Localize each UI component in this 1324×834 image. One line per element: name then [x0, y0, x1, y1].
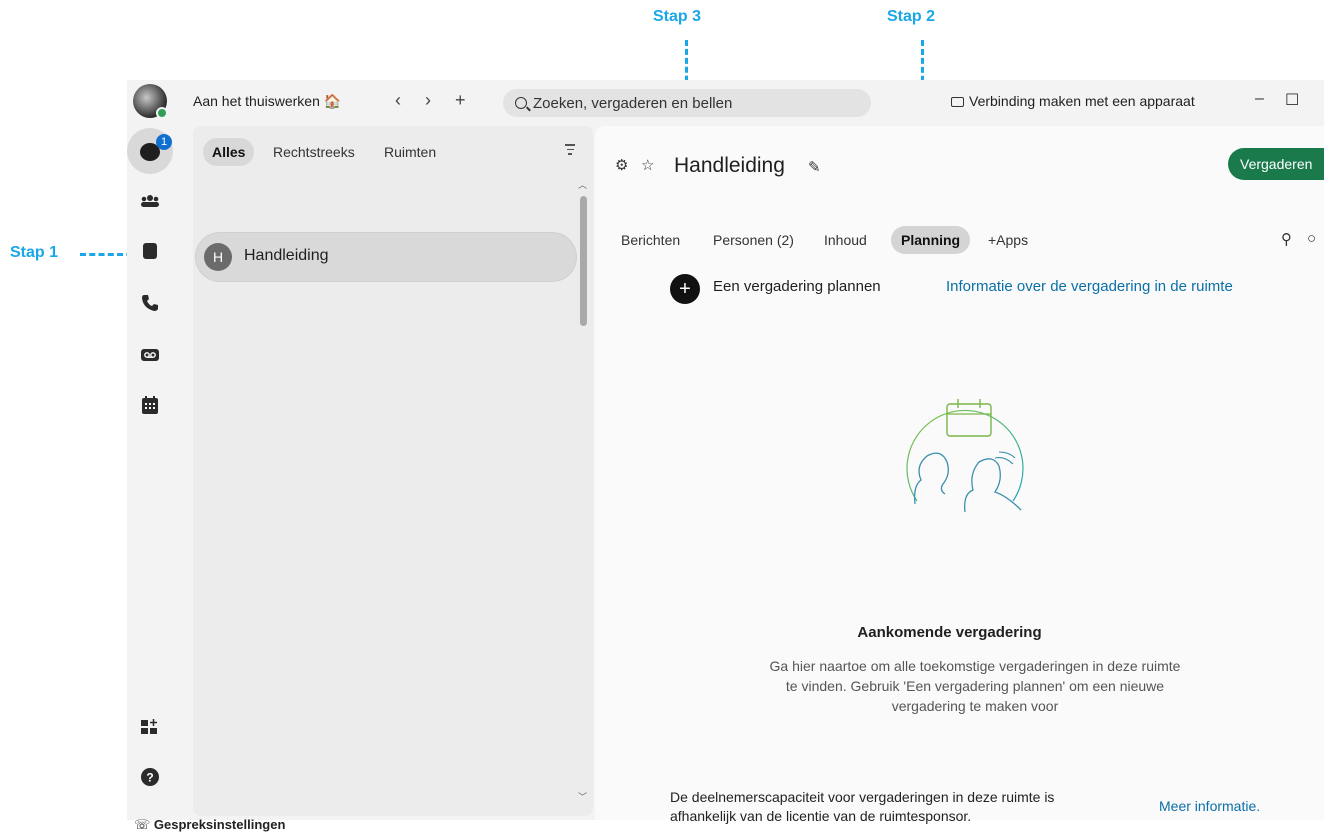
call-settings-label: Gespreksinstellingen — [153, 817, 286, 832]
tab-messages[interactable]: Berichten — [621, 226, 680, 254]
connect-device-label: Verbinding maken met een apparaat — [969, 93, 1195, 109]
unread-badge: 1 — [156, 134, 172, 150]
scroll-up-icon[interactable]: ︿ — [578, 178, 587, 191]
search-icon — [515, 97, 527, 109]
space-title: Handleiding — [674, 154, 785, 177]
scrollbar-thumb[interactable] — [580, 196, 587, 326]
list-scrollbar[interactable]: ︿ ﹀ — [577, 176, 589, 806]
presence-indicator — [156, 107, 168, 119]
meet-button[interactable]: Vergaderen — [1228, 148, 1324, 180]
meeting-info-link[interactable]: Informatie over de vergadering in de rui… — [946, 278, 1233, 295]
voicemail-icon[interactable] — [127, 336, 173, 374]
filter-all[interactable]: Alles — [203, 138, 255, 166]
status-message[interactable]: Aan het thuiswerken 🏠 — [193, 93, 341, 110]
call-settings-icon: ☏ — [134, 817, 151, 832]
capacity-notice: De deelnemerscapaciteit voor vergadering… — [670, 789, 1055, 824]
chevron-right-icon[interactable]: › — [425, 90, 431, 111]
space-list-item[interactable]: H Handleiding — [195, 232, 577, 282]
space-avatar: H — [204, 243, 232, 271]
apps-icon[interactable] — [127, 708, 173, 746]
filter-direct[interactable]: Rechtstreeks — [273, 138, 355, 166]
search-space-icon[interactable]: ○ — [1307, 230, 1316, 247]
plus-icon[interactable]: + — [670, 274, 700, 304]
search-input[interactable]: Zoeken, vergaderen en bellen — [503, 89, 871, 117]
empty-state-title-wrap: Aankomende vergadering — [595, 624, 1324, 642]
edit-icon[interactable]: ✎ — [808, 158, 821, 176]
connect-device-button[interactable]: Verbinding maken met een apparaat — [951, 93, 1195, 109]
device-icon — [951, 97, 964, 107]
empty-state-description: Ga hier naartoe om alle toekomstige verg… — [769, 658, 1181, 714]
title-bar: Aan het thuiswerken 🏠 ‹ › + Zoeken, verg… — [127, 80, 1324, 126]
left-navigation-rail: 1 ? — [127, 126, 187, 820]
conversation-list-pane: Alles Rechtstreeks Ruimten H Handleiding… — [193, 126, 593, 816]
step3-label: Stap 3 — [653, 8, 702, 25]
search-placeholder: Zoeken, vergaderen en bellen — [533, 94, 733, 112]
filter-spaces[interactable]: Ruimten — [384, 138, 436, 166]
schedule-meeting-button[interactable]: Een vergadering plannen — [713, 278, 881, 295]
plus-icon[interactable]: + — [455, 90, 466, 111]
meeting-illustration — [906, 399, 1024, 513]
phone-icon[interactable] — [127, 284, 173, 322]
minimize-button[interactable]: – — [1255, 90, 1264, 108]
empty-state-title: Aankomende vergadering — [857, 624, 1042, 641]
tab-content[interactable]: Inhoud — [824, 226, 867, 254]
pin-icon[interactable]: ⚲ — [1281, 230, 1292, 248]
chevron-left-icon[interactable]: ‹ — [395, 90, 401, 111]
calendar-icon[interactable] — [127, 386, 173, 424]
tab-people[interactable]: Personen (2) — [713, 226, 794, 254]
help-icon[interactable]: ? — [127, 758, 173, 796]
messaging-nav-button[interactable]: 1 — [127, 128, 173, 174]
scroll-down-icon[interactable]: ﹀ — [578, 790, 587, 803]
tab-apps[interactable]: +Apps — [988, 226, 1028, 254]
tab-schedule[interactable]: Planning — [891, 226, 971, 254]
more-info-link[interactable]: Meer informatie. — [1159, 798, 1260, 814]
step1-label: Stap 1 — [10, 244, 59, 261]
space-name: Handleiding — [244, 247, 329, 264]
teams-icon[interactable] — [127, 182, 173, 220]
star-icon[interactable]: ☆ — [641, 156, 654, 174]
svg-text:?: ? — [146, 771, 153, 785]
app-window: Aan het thuiswerken 🏠 ‹ › + Zoeken, verg… — [127, 80, 1324, 824]
filter-icon[interactable] — [565, 144, 575, 158]
gear-icon[interactable]: ⚙ — [615, 156, 628, 174]
step2-label: Stap 2 — [887, 8, 936, 25]
call-settings-button[interactable]: ☏ Gespreksinstellingen — [134, 817, 285, 833]
space-content-pane: ⚙ ☆ Handleiding ✎ Vergaderen Berichten P… — [595, 126, 1324, 824]
contacts-icon[interactable] — [127, 232, 173, 270]
maximize-button[interactable]: ☐ — [1285, 90, 1299, 110]
